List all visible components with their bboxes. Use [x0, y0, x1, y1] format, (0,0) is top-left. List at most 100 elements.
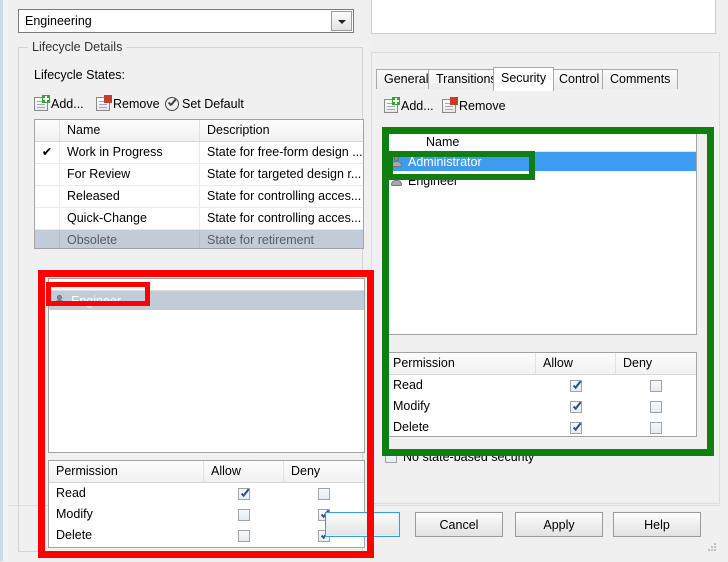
member-name: Administrator: [408, 154, 482, 169]
apply-button[interactable]: Apply: [515, 512, 603, 537]
remove-state-button[interactable]: Remove: [96, 94, 160, 114]
states-col-description: Description: [207, 123, 270, 137]
allow-checkbox[interactable]: [238, 487, 250, 500]
state-default-marker: [35, 186, 60, 207]
tab-control[interactable]: Control: [551, 69, 608, 89]
left-perm-col-deny: Deny: [291, 464, 321, 478]
right-top-text-area[interactable]: [371, 0, 716, 34]
right-perm-col-allow: Allow: [536, 353, 616, 374]
state-name: Released: [60, 186, 200, 207]
tabstrip: General Transitions Security Control Com…: [376, 67, 716, 91]
left-perm-body: Read Modify Delete: [49, 483, 364, 546]
deny-checkbox[interactable]: [650, 421, 662, 434]
permission-name: Delete: [393, 420, 430, 434]
allow-checkbox[interactable]: [570, 421, 582, 434]
user-icon: [390, 174, 403, 187]
lifecycle-details-title: Lifecycle Details: [28, 40, 127, 54]
deny-cell: [284, 483, 364, 504]
member-name: Engineer: [408, 173, 459, 188]
remove-member-label: Remove: [459, 99, 506, 113]
remove-document-icon: [442, 97, 458, 113]
tab-comments[interactable]: Comments: [602, 69, 679, 89]
state-name: Obsolete: [60, 230, 200, 248]
left-perm-col-allow: Allow: [204, 461, 284, 482]
allow-cell: [204, 525, 284, 546]
help-button[interactable]: Help: [613, 512, 701, 537]
right-perm-col-permission: Permission: [386, 353, 536, 374]
check-circle-icon: [165, 97, 179, 111]
table-row: Modify: [49, 504, 364, 525]
list-item[interactable]: Administrator: [386, 152, 696, 171]
no-state-based-security-label: No state-based security: [403, 450, 535, 464]
right-perm-body: Read Modify Delete: [386, 375, 696, 436]
no-state-based-security-checkbox[interactable]: [385, 451, 397, 463]
category-combobox[interactable]: Engineering: [18, 9, 354, 33]
permission-name: Modify: [56, 507, 93, 521]
permission-name: Read: [56, 486, 86, 500]
lifecycle-states-table[interactable]: Name Description ✔ Work in Progress State …: [34, 119, 364, 249]
state-members-list-header: [49, 279, 364, 291]
set-default-label: Set Default: [182, 97, 244, 111]
table-row: Delete: [49, 525, 364, 546]
list-item[interactable]: Engineer: [49, 291, 364, 310]
add-state-label: Add...: [51, 97, 84, 111]
deny-checkbox[interactable]: [650, 400, 662, 413]
chevron-down-icon[interactable]: [331, 11, 352, 31]
table-row[interactable]: Quick-Change State for controlling acces.…: [35, 208, 363, 230]
security-members-col-name: Name: [386, 132, 696, 152]
allow-cell: [536, 417, 616, 436]
cancel-button[interactable]: Cancel: [415, 512, 503, 537]
allow-cell: [204, 483, 284, 504]
deny-cell: [616, 375, 696, 396]
state-default-marker: [35, 164, 60, 185]
security-permissions-table[interactable]: Permission Allow Deny Read Modify Delete: [385, 352, 697, 437]
state-members-list[interactable]: Engineer: [48, 278, 365, 453]
lifecycle-states-label: Lifecycle States:: [34, 68, 126, 82]
state-permissions-table[interactable]: Permission Allow Deny Read Modify Delete: [48, 460, 365, 548]
add-document-icon: [384, 97, 400, 113]
left-perm-header: Permission Allow Deny: [49, 461, 364, 483]
table-row[interactable]: For Review State for targeted design r...: [35, 164, 363, 186]
allow-cell: [204, 504, 284, 525]
table-row[interactable]: ✔ Work in Progress State for free-form des…: [35, 142, 363, 164]
left-perm-col-permission: Permission: [49, 461, 204, 482]
state-name: Work in Progress: [60, 142, 200, 163]
allow-checkbox[interactable]: [238, 508, 250, 521]
security-members-list[interactable]: Name Administrator Engineer: [385, 131, 697, 335]
remove-state-label: Remove: [113, 97, 160, 111]
ok-button[interactable]: [325, 512, 400, 537]
right-perm-col-deny: Deny: [623, 356, 653, 370]
no-state-based-security-row[interactable]: No state-based security: [385, 450, 534, 464]
deny-checkbox[interactable]: [318, 487, 330, 500]
set-default-button[interactable]: Set Default: [165, 94, 244, 114]
allow-checkbox[interactable]: [570, 379, 582, 392]
state-description: State for retirement: [207, 233, 314, 247]
allow-checkbox[interactable]: [238, 529, 250, 542]
add-state-button[interactable]: Add...: [34, 94, 84, 114]
list-item[interactable]: Engineer: [386, 171, 696, 190]
member-name: Engineer: [71, 293, 122, 308]
user-icon: [53, 294, 66, 307]
resize-grip-icon[interactable]: [707, 542, 717, 552]
states-col-default: [35, 120, 60, 141]
deny-checkbox[interactable]: [650, 379, 662, 392]
state-description: State for controlling acces...: [207, 211, 362, 225]
add-member-button[interactable]: Add...: [384, 96, 434, 116]
allow-checkbox[interactable]: [570, 400, 582, 413]
tab-security[interactable]: Security: [493, 67, 555, 91]
state-members-list-body: Engineer: [49, 291, 364, 310]
allow-cell: [536, 396, 616, 417]
remove-member-button[interactable]: Remove: [442, 96, 506, 116]
table-row: Read: [49, 483, 364, 504]
table-row[interactable]: Obsolete State for retirement: [35, 230, 363, 248]
state-default-marker: [35, 208, 60, 229]
permission-name: Modify: [393, 399, 430, 413]
states-table-body: ✔ Work in Progress State for free-form des…: [35, 142, 363, 248]
table-row[interactable]: Released State for controlling acces...: [35, 186, 363, 208]
deny-cell: [616, 417, 696, 436]
add-document-icon: [34, 95, 50, 111]
state-description: State for free-form design ...: [207, 145, 363, 159]
permission-name: Read: [393, 378, 423, 392]
states-col-name: Name: [60, 120, 200, 141]
state-default-marker: [35, 230, 60, 248]
